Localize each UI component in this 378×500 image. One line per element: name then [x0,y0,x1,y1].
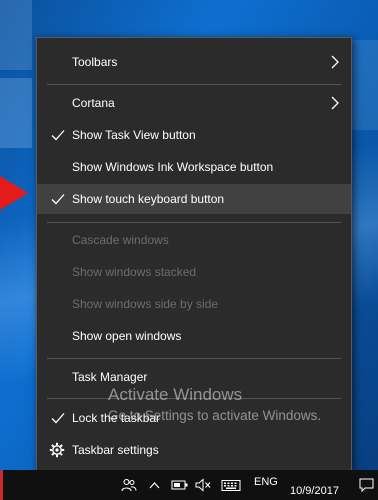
annotation-arrow [0,176,28,210]
window-logo-pane [0,0,32,70]
menu-separator [47,358,341,359]
menu-item-toolbars[interactable]: Toolbars [37,47,351,77]
menu-item-label: Show windows side by side [72,297,219,311]
keyboard-icon[interactable] [219,470,243,500]
action-center-icon[interactable] [356,470,376,500]
menu-separator [47,84,341,85]
taskbar-context-menu: Toolbars Cortana Show Task View button S… [36,37,352,473]
taskbar: ENG 10/9/2017 [0,470,378,500]
volume-muted-icon[interactable] [193,470,213,500]
menu-item-label: Cascade windows [72,233,169,247]
checkmark-icon [51,194,65,205]
menu-item-label: Show Windows Ink Workspace button [72,160,274,174]
menu-item-task-manager[interactable]: Task Manager [37,362,351,392]
menu-item-show-task-view-button[interactable]: Show Task View button [37,120,351,150]
menu-item-label: Toolbars [72,55,118,69]
chevron-up-icon[interactable] [145,470,163,500]
people-icon[interactable] [118,470,140,500]
input-language-indicator[interactable]: ENG [254,476,278,488]
menu-separator [47,398,341,399]
battery-icon[interactable] [169,470,189,500]
checkmark-icon [51,413,65,424]
menu-item-label: Task Manager [72,370,148,384]
menu-item-show-touch-keyboard-button[interactable]: Show touch keyboard button [37,184,351,214]
menu-item-label: Show Task View button [72,128,196,142]
menu-item-label: Cortana [72,96,115,110]
menu-item-cortana[interactable]: Cortana [37,88,351,118]
menu-item-show-windows-side-by-side: Show windows side by side [37,289,351,319]
menu-item-lock-the-taskbar[interactable]: Lock the taskbar [37,403,351,433]
menu-item-show-windows-stacked: Show windows stacked [37,257,351,287]
taskbar-date[interactable]: 10/9/2017 [290,485,339,497]
menu-item-label: Show touch keyboard button [72,192,225,206]
menu-item-label: Taskbar settings [72,443,159,457]
menu-item-label: Show windows stacked [72,265,197,279]
checkmark-icon [51,130,65,141]
menu-item-cascade-windows: Cascade windows [37,225,351,255]
menu-item-show-windows-ink-workspace-button[interactable]: Show Windows Ink Workspace button [37,152,351,182]
menu-item-show-open-windows[interactable]: Show open windows [37,321,351,351]
menu-item-label: Lock the taskbar [72,411,161,425]
start-button-edge[interactable] [0,470,3,500]
chevron-right-icon [331,55,339,69]
window-logo-pane [352,40,378,130]
menu-item-taskbar-settings[interactable]: Taskbar settings [37,435,351,465]
menu-item-label: Show open windows [72,329,182,343]
window-logo-pane [0,78,32,148]
menu-separator [47,222,341,223]
chevron-right-icon [331,96,339,110]
gear-icon [49,442,65,458]
